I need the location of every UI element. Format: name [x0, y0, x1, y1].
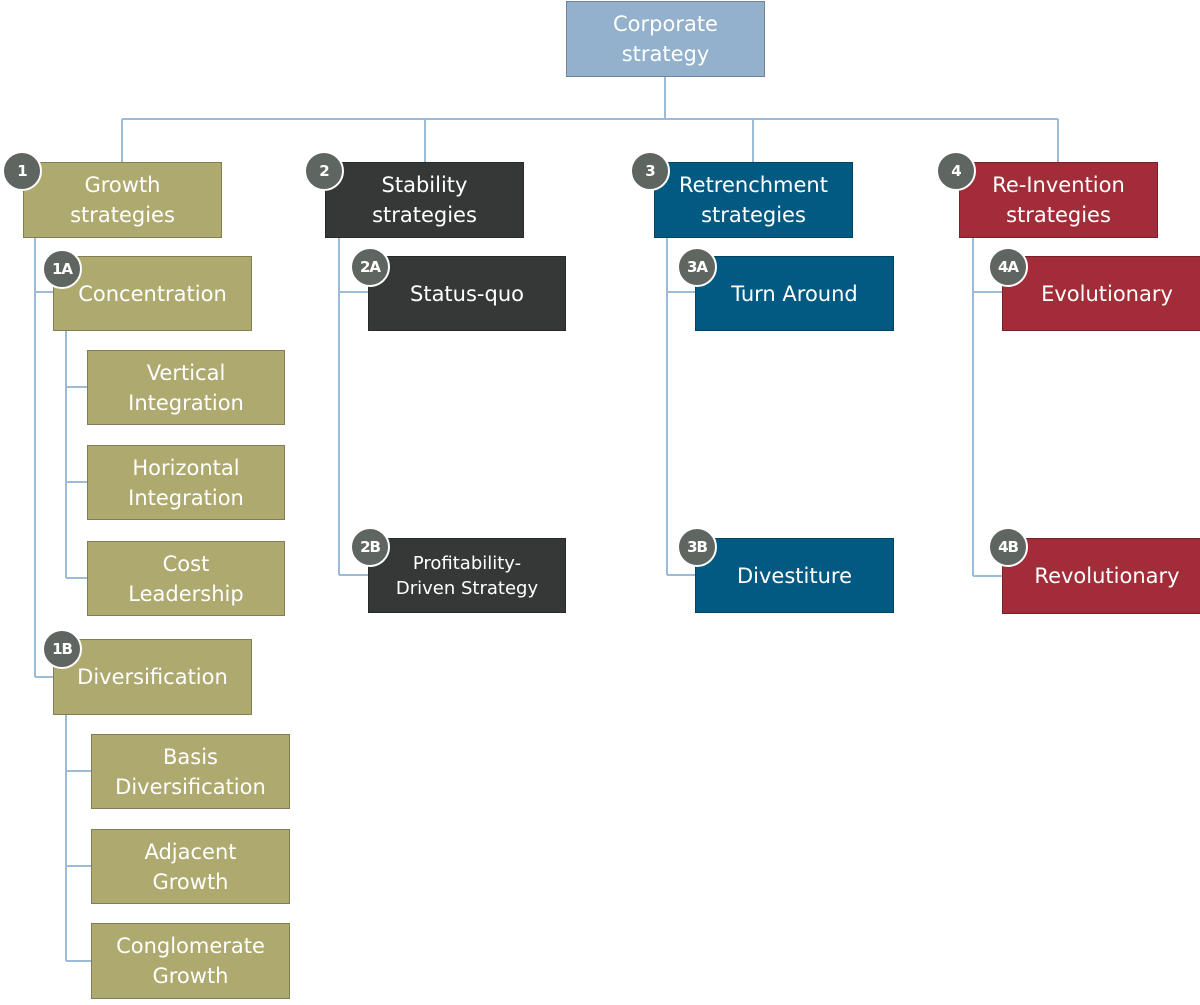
- node-stability-strategies[interactable]: Stability strategies: [325, 162, 524, 238]
- badge-1b: 1B: [42, 629, 82, 669]
- badge-1: 1: [2, 151, 42, 191]
- node-conglomerate-growth[interactable]: Conglomerate Growth: [91, 923, 290, 999]
- badge-2b: 2B: [350, 527, 390, 567]
- node-divestiture[interactable]: Divestiture: [695, 538, 894, 613]
- node-reinvention-strategies[interactable]: Re-Invention strategies: [959, 162, 1158, 238]
- node-profitability-driven-strategy[interactable]: Profitability- Driven Strategy: [368, 538, 566, 613]
- badge-4a: 4A: [988, 247, 1028, 287]
- badge-1a: 1A: [42, 249, 82, 289]
- badge-3b: 3B: [677, 527, 717, 567]
- badge-3: 3: [630, 151, 670, 191]
- badge-2a: 2A: [350, 247, 390, 287]
- badge-4b: 4B: [988, 527, 1028, 567]
- node-diversification[interactable]: Diversification: [53, 639, 252, 715]
- node-vertical-integration[interactable]: Vertical Integration: [87, 350, 285, 425]
- badge-2: 2: [304, 151, 344, 191]
- node-basis-diversification[interactable]: Basis Diversification: [91, 734, 290, 809]
- node-growth-strategies[interactable]: Growth strategies: [23, 162, 222, 238]
- node-revolutionary[interactable]: Revolutionary: [1002, 538, 1200, 614]
- badge-3a: 3A: [677, 247, 717, 287]
- node-cost-leadership[interactable]: Cost Leadership: [87, 541, 285, 616]
- node-concentration[interactable]: Concentration: [53, 256, 252, 331]
- badge-4: 4: [936, 151, 976, 191]
- node-corporate-strategy[interactable]: Corporate strategy: [566, 1, 765, 77]
- node-turn-around[interactable]: Turn Around: [695, 256, 894, 331]
- node-horizontal-integration[interactable]: Horizontal Integration: [87, 445, 285, 520]
- node-retrenchment-strategies[interactable]: Retrenchment strategies: [654, 162, 853, 238]
- node-status-quo[interactable]: Status-quo: [368, 256, 566, 331]
- node-evolutionary[interactable]: Evolutionary: [1002, 256, 1200, 331]
- node-adjacent-growth[interactable]: Adjacent Growth: [91, 829, 290, 904]
